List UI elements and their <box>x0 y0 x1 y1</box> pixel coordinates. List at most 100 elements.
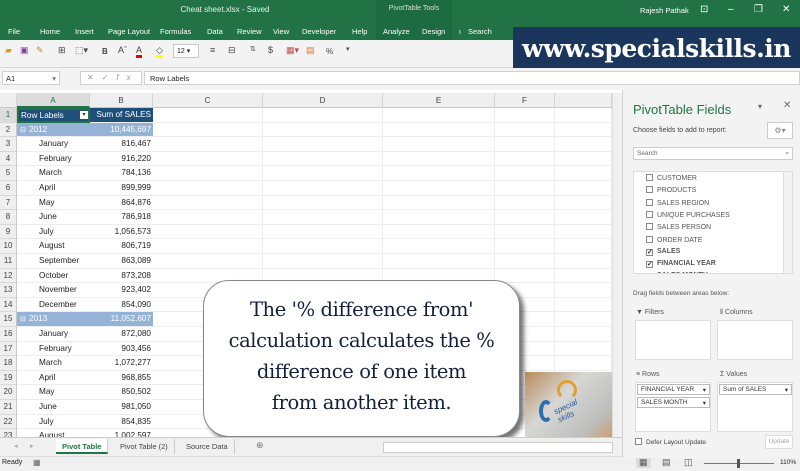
ribbon-tab-data[interactable]: Data <box>207 27 223 36</box>
rows-item-financial-year[interactable]: FINANCIAL YEAR ▾ <box>637 384 710 395</box>
pivot-row-value[interactable]: 1,002,597 <box>90 429 153 437</box>
pivot-row-value[interactable]: 784,136 <box>90 166 153 181</box>
pivot-row-value[interactable]: 899,999 <box>90 181 153 196</box>
sheet-tab-pivot-table[interactable]: Pivot Table <box>56 439 109 454</box>
checkbox-icon[interactable] <box>646 174 653 181</box>
empty-cell[interactable] <box>555 312 612 327</box>
row-header[interactable]: 13 <box>0 283 17 298</box>
pivot-row-value[interactable]: 854,090 <box>90 298 153 313</box>
row-header[interactable]: 4 <box>0 151 17 167</box>
ribbon-tab-search[interactable]: Search <box>468 27 492 36</box>
ribbon-tab-file[interactable]: File <box>8 27 20 36</box>
pivot-row-value[interactable]: 1,056,573 <box>90 225 153 240</box>
ribbon-tab-formulas[interactable]: Formulas <box>160 27 191 36</box>
pivot-row-label[interactable]: May <box>17 385 90 400</box>
pivot-row-value[interactable]: 916,220 <box>90 152 153 167</box>
add-sheet-icon[interactable]: ⊕ <box>256 440 264 451</box>
ribbon-tab-help[interactable]: Help <box>352 27 367 36</box>
empty-cell[interactable] <box>555 341 612 357</box>
vertical-scrollbar[interactable] <box>612 93 622 437</box>
pivot-row-label[interactable]: August <box>17 239 90 254</box>
ribbon-tab-review[interactable]: Review <box>237 27 262 36</box>
pivot-row-value[interactable]: 981,050 <box>90 400 153 415</box>
empty-cell[interactable] <box>383 195 495 211</box>
empty-cell[interactable] <box>263 151 383 167</box>
checkbox-icon[interactable] <box>646 198 653 206</box>
pivot-row-label[interactable]: September <box>17 254 90 269</box>
field-products[interactable]: PRODUCTS <box>646 186 696 194</box>
wrap-icon[interactable]: ⊟ <box>228 45 236 56</box>
pivot-row-label[interactable]: June <box>17 400 90 415</box>
field-unique-purchases[interactable]: UNIQUE PURCHASES <box>646 210 730 219</box>
formula-buttons[interactable]: ✕✓fx <box>80 71 142 85</box>
format-painter-icon[interactable]: ✎ <box>36 45 44 56</box>
gear-icon[interactable]: ⚙▾ <box>767 122 793 139</box>
empty-cell[interactable] <box>383 166 495 181</box>
user-name[interactable]: Rajesh Pathak <box>640 6 689 15</box>
empty-cell[interactable] <box>495 224 555 240</box>
pivot-row-value[interactable]: 806,719 <box>90 239 153 254</box>
empty-cell[interactable] <box>555 297 612 313</box>
minimize-icon[interactable]: – <box>728 4 734 15</box>
checkbox-icon[interactable] <box>646 223 653 231</box>
filters-area[interactable] <box>635 320 711 360</box>
values-item-sum-of-sales[interactable]: Sum of SALES ▾ <box>719 384 792 395</box>
empty-cell[interactable] <box>495 108 555 123</box>
empty-cell[interactable] <box>383 108 495 123</box>
row-header[interactable]: 16 <box>0 327 17 342</box>
empty-cell[interactable] <box>263 224 383 240</box>
field-sales-region[interactable]: SALES REGION <box>646 198 709 207</box>
merge-icon[interactable]: ⬚▾ <box>75 45 88 56</box>
columns-area[interactable] <box>717 320 793 360</box>
pivot-row-label[interactable]: August <box>17 429 90 437</box>
ribbon-tab-page-layout[interactable]: Page Layout <box>108 27 150 36</box>
checkbox-checked-icon[interactable]: ✓ <box>646 261 653 269</box>
row-header[interactable]: 8 <box>0 210 17 225</box>
field-financial-year[interactable]: ✓ FINANCIAL YEAR <box>646 260 716 269</box>
row-header[interactable]: 2 <box>0 122 17 138</box>
pivot-row-value[interactable]: 854,835 <box>90 415 153 430</box>
empty-cell[interactable] <box>555 283 612 298</box>
pivot-row-value[interactable]: 903,456 <box>90 342 153 357</box>
horizontal-scrollbar[interactable] <box>383 442 613 453</box>
column-header[interactable]: D <box>263 93 383 108</box>
row-header[interactable]: 19 <box>0 370 17 386</box>
empty-cell[interactable] <box>495 166 555 181</box>
pivot-row-value[interactable]: 968,855 <box>90 371 153 386</box>
pivot-row-value[interactable]: 873,208 <box>90 269 153 284</box>
close-icon[interactable]: ✕ <box>782 4 790 15</box>
empty-cell[interactable] <box>555 108 612 123</box>
empty-cell[interactable] <box>555 327 612 342</box>
empty-cell[interactable] <box>495 195 555 211</box>
pivot-row-label[interactable]: July <box>17 415 90 430</box>
font-size-select[interactable]: 12 ▾ <box>173 44 199 58</box>
field-sales[interactable]: ✓ SALES <box>646 248 680 256</box>
macro-record-icon[interactable]: ▦ <box>33 458 41 467</box>
empty-cell[interactable] <box>153 210 263 225</box>
rows-item-sales-month[interactable]: SALES MONTH ▾ <box>637 397 710 408</box>
pivot-row-label[interactable]: January <box>17 137 90 152</box>
pivot-row-value[interactable]: 923,402 <box>90 283 153 298</box>
checkbox-checked-icon[interactable]: ✓ <box>646 273 653 274</box>
empty-cell[interactable] <box>555 151 612 167</box>
increase-font-icon[interactable]: Aˆ <box>118 45 127 55</box>
defer-layout-checkbox[interactable]: Defer Layout Update <box>635 438 706 446</box>
page-break-view-icon[interactable]: ◫ <box>684 457 693 468</box>
empty-cell[interactable] <box>383 210 495 225</box>
empty-cell[interactable] <box>495 151 555 167</box>
row-header[interactable]: 5 <box>0 166 17 181</box>
empty-cell[interactable] <box>555 239 612 254</box>
save-icon[interactable]: ▣ <box>20 45 29 56</box>
row-header[interactable]: 18 <box>0 356 17 371</box>
collapse-icon[interactable]: ⊟ <box>20 126 26 134</box>
pivot-row-value[interactable]: Sum of SALES <box>90 108 153 123</box>
empty-cell[interactable] <box>153 195 263 211</box>
ribbon-tab-design[interactable]: Design <box>422 27 445 36</box>
currency-button[interactable]: $ <box>268 45 273 55</box>
page-layout-view-icon[interactable]: ▤ <box>662 457 671 468</box>
pivot-row-value[interactable]: 850,502 <box>90 385 153 400</box>
row-header[interactable]: 10 <box>0 239 17 254</box>
pivot-row-label[interactable]: February <box>17 152 90 167</box>
empty-cell[interactable] <box>383 151 495 167</box>
row-header[interactable]: 23 <box>0 429 17 437</box>
